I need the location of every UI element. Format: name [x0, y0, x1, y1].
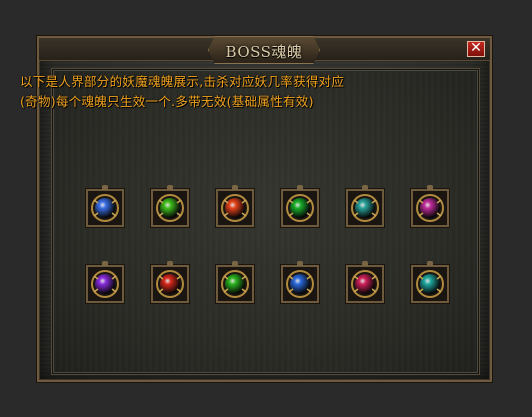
soul-slot[interactable] — [151, 261, 189, 303]
teal-spiked-orb-icon — [348, 191, 382, 225]
purple-orb-icon — [88, 267, 122, 301]
soul-slot[interactable] — [216, 185, 254, 227]
soul-slot[interactable] — [86, 261, 124, 303]
close-icon: ✕ — [470, 40, 482, 56]
magenta-orb-icon — [413, 191, 447, 225]
description-line-2: (奇物)每个魂魄只生效一个.多带无效(基础属性有效) — [20, 94, 314, 109]
title-bar: BOSS魂魄 ✕ — [39, 36, 490, 64]
red-orb-icon — [153, 267, 187, 301]
window-title: BOSS魂魄 — [225, 43, 303, 61]
blue-diamond-amulet-icon — [88, 191, 122, 225]
soul-slot[interactable] — [216, 261, 254, 303]
teal-serpent-orb-icon — [413, 267, 447, 301]
soul-slot[interactable] — [281, 185, 319, 227]
blue-winged-orb-icon — [283, 267, 317, 301]
soul-slot[interactable] — [346, 185, 384, 227]
soul-slot[interactable] — [411, 261, 449, 303]
soul-slot[interactable] — [411, 185, 449, 227]
soul-slot[interactable] — [346, 261, 384, 303]
close-button[interactable]: ✕ — [467, 40, 485, 57]
emerald-orb-icon — [283, 191, 317, 225]
soul-slot[interactable] — [281, 261, 319, 303]
title-plate: BOSS魂魄 — [208, 36, 320, 64]
orange-red-orb-icon — [218, 191, 252, 225]
green-gold-ring-orb-icon — [218, 267, 252, 301]
soul-slot[interactable] — [86, 185, 124, 227]
soul-slot[interactable] — [151, 185, 189, 227]
crimson-orb-icon — [348, 267, 382, 301]
description-text: 以下是人界部分的妖魔魂魄展示,击杀对应妖几率获得对应 (奇物)每个魂魄只生效一个… — [20, 72, 445, 112]
description-line-1: 以下是人界部分的妖魔魂魄展示,击杀对应妖几率获得对应 — [20, 74, 345, 89]
green-orb-icon — [153, 191, 187, 225]
